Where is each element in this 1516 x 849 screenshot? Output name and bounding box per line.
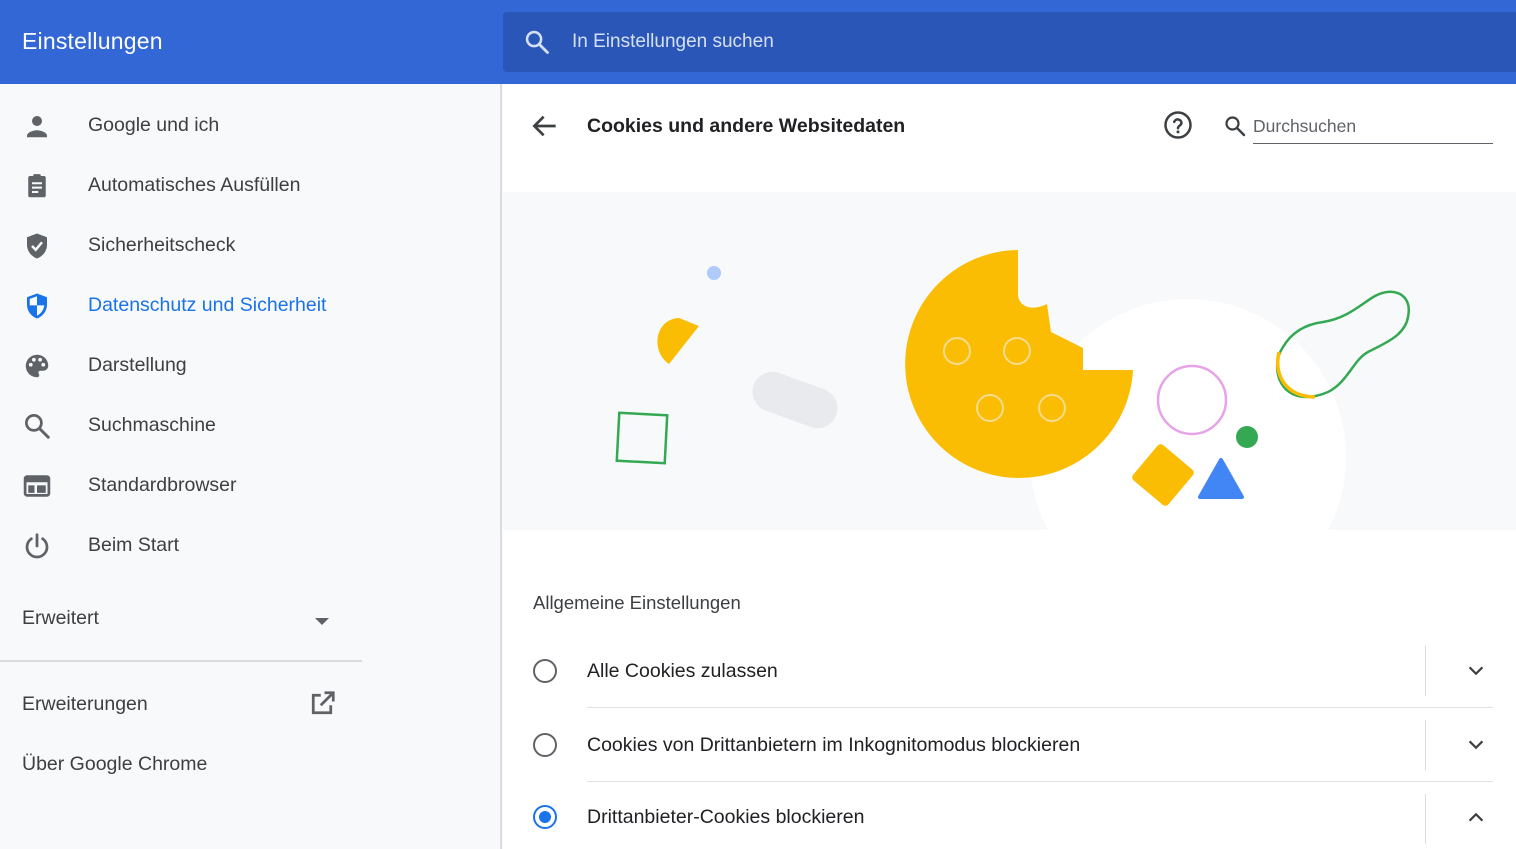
chevron-up-icon[interactable] bbox=[1465, 806, 1487, 828]
main-content: Cookies und andere Websitedaten Allgeme bbox=[503, 84, 1516, 849]
sidebar-item-label: Beim Start bbox=[88, 534, 180, 556]
sidebar-item-safety-check[interactable]: Sicherheitscheck bbox=[0, 216, 500, 276]
sidebar-item-search-engine[interactable]: Suchmaschine bbox=[0, 396, 500, 456]
sidebar-item-label: Google und ich bbox=[88, 114, 220, 136]
person-icon bbox=[27, 116, 47, 138]
sidebar-item-privacy[interactable]: Datenschutz und Sicherheit bbox=[0, 276, 500, 336]
sidebar-item-label: Standardbrowser bbox=[88, 474, 237, 496]
sidebar-divider bbox=[0, 660, 362, 662]
sidebar-item-extensions[interactable]: Erweiterungen bbox=[0, 674, 362, 734]
cookie-illustration-graphic bbox=[615, 250, 1411, 530]
chevron-down-icon[interactable] bbox=[1465, 734, 1487, 756]
sidebar-advanced-label: Erweitert bbox=[22, 607, 99, 629]
back-arrow-icon[interactable] bbox=[529, 110, 561, 142]
shield-half-icon bbox=[27, 293, 47, 319]
radio-allow-all[interactable] bbox=[533, 659, 557, 683]
sidebar-extensions-label: Erweiterungen bbox=[22, 693, 148, 715]
option-allow-all-cookies[interactable]: Alle Cookies zulassen bbox=[503, 634, 1516, 708]
palette-icon bbox=[25, 354, 49, 378]
power-icon bbox=[25, 533, 49, 559]
app-title: Einstellungen bbox=[22, 28, 163, 54]
option-block-third-party-incognito[interactable]: Cookies von Drittanbietern im Inkognitom… bbox=[503, 708, 1516, 782]
page-title: Cookies und andere Websitedaten bbox=[587, 115, 906, 137]
search-icon bbox=[25, 414, 50, 439]
chevron-down-icon[interactable] bbox=[1465, 660, 1487, 682]
cookies-illustration bbox=[503, 192, 1516, 530]
sidebar-item-label: Automatisches Ausfüllen bbox=[88, 174, 301, 196]
sidebar-item-autofill[interactable]: Automatisches Ausfüllen bbox=[0, 156, 500, 216]
sidebar-about-label: Über Google Chrome bbox=[22, 753, 208, 775]
radio-block-third-party[interactable] bbox=[533, 805, 557, 829]
vertical-separator bbox=[1425, 794, 1426, 844]
open-in-new-icon bbox=[311, 691, 335, 715]
sidebar-item-on-startup[interactable]: Beim Start bbox=[0, 516, 500, 576]
cookies-search bbox=[1223, 110, 1493, 146]
search-icon bbox=[1225, 116, 1246, 137]
caret-down-icon bbox=[315, 618, 329, 625]
sidebar-item-label: Datenschutz und Sicherheit bbox=[88, 294, 327, 316]
sidebar-advanced-toggle[interactable]: Erweitert bbox=[0, 588, 362, 648]
option-block-third-party[interactable]: Drittanbieter-Cookies blockieren bbox=[503, 782, 1516, 849]
sidebar: Google und ich Automatisches Ausfüllen S… bbox=[0, 84, 502, 849]
option-label: Alle Cookies zulassen bbox=[587, 660, 778, 682]
header-bar: Einstellungen In Einstellungen suchen bbox=[0, 0, 1516, 84]
settings-search-placeholder[interactable]: In Einstellungen suchen bbox=[572, 31, 774, 53]
sidebar-item-label: Suchmaschine bbox=[88, 414, 216, 436]
shield-check-icon bbox=[27, 233, 47, 259]
vertical-separator bbox=[1425, 646, 1426, 696]
help-icon[interactable] bbox=[1163, 110, 1193, 140]
sidebar-item-label: Darstellung bbox=[88, 354, 187, 376]
cookies-search-input[interactable] bbox=[1253, 110, 1493, 144]
vertical-separator bbox=[1425, 720, 1426, 770]
sidebar-item-about-chrome[interactable]: Über Google Chrome bbox=[0, 734, 362, 794]
option-label: Cookies von Drittanbietern im Inkognitom… bbox=[587, 734, 1081, 756]
browser-window-icon bbox=[23, 475, 51, 497]
settings-search-bar[interactable]: In Einstellungen suchen bbox=[503, 12, 1516, 72]
search-icon bbox=[525, 30, 549, 54]
option-label: Drittanbieter-Cookies blockieren bbox=[587, 806, 865, 828]
section-title-general: Allgemeine Einstellungen bbox=[533, 592, 741, 613]
radio-block-incognito[interactable] bbox=[533, 733, 557, 757]
sidebar-item-default-browser[interactable]: Standardbrowser bbox=[0, 456, 500, 516]
sidebar-item-google-und-ich[interactable]: Google und ich bbox=[0, 96, 500, 156]
clipboard-icon bbox=[28, 174, 46, 198]
sidebar-item-label: Sicherheitscheck bbox=[88, 234, 236, 256]
sidebar-item-appearance[interactable]: Darstellung bbox=[0, 336, 500, 396]
